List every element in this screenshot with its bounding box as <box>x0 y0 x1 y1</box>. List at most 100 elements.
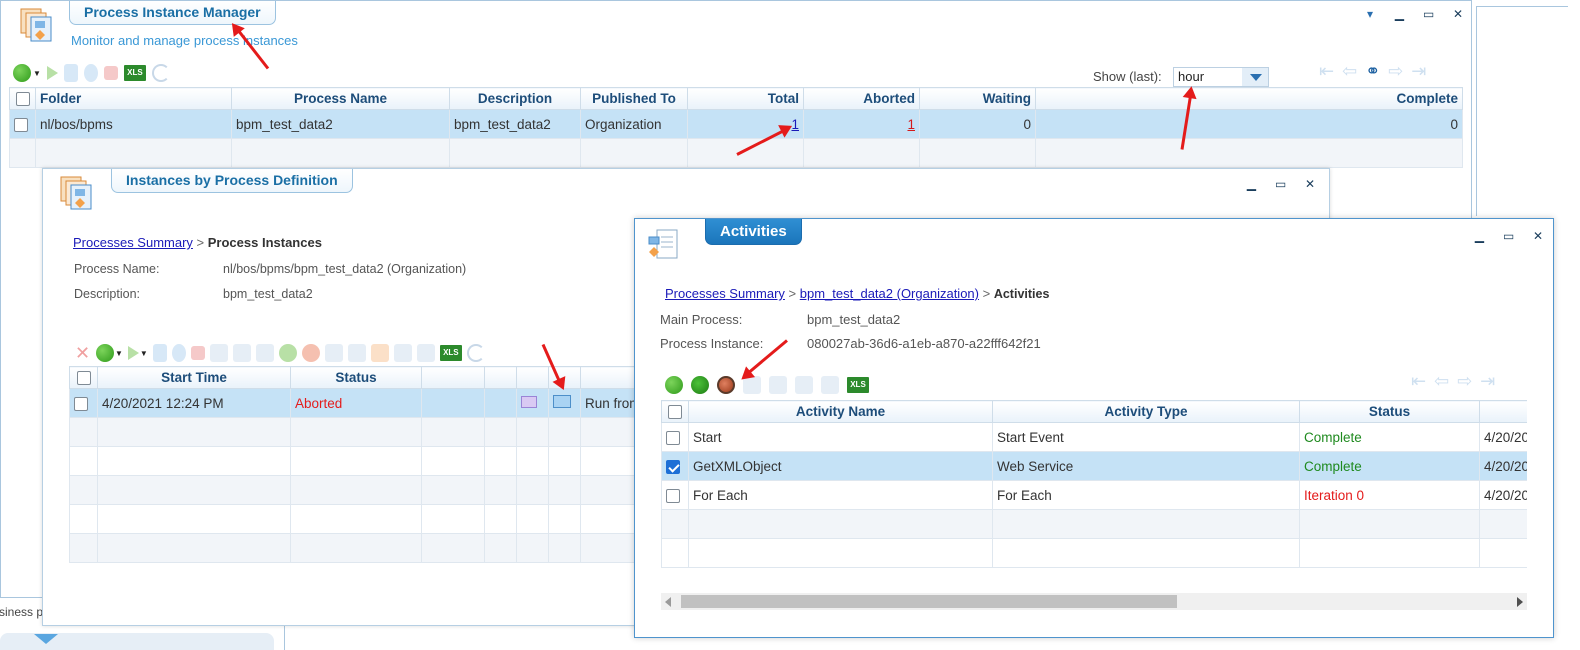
comment-icon[interactable] <box>209 344 228 362</box>
row-checkbox[interactable] <box>69 388 98 418</box>
menu-caret-icon[interactable]: ▾ <box>1357 7 1383 21</box>
row-checkbox[interactable] <box>661 422 689 452</box>
row-checkbox[interactable] <box>661 451 689 481</box>
suspend-icon[interactable] <box>152 344 167 362</box>
page-icon[interactable] <box>255 344 274 362</box>
green-circle-icon[interactable] <box>278 344 297 362</box>
resume-icon[interactable] <box>46 66 58 80</box>
barcode-icon[interactable] <box>347 344 366 362</box>
send-mail-icon[interactable] <box>691 376 709 394</box>
description-value: bpm_test_data2 <box>223 287 313 301</box>
prev-page-icon[interactable]: ⇦ <box>1434 371 1449 392</box>
mail-icon[interactable] <box>370 344 389 362</box>
next-page-icon[interactable]: ⇨ <box>1457 371 1472 392</box>
prev-page-icon[interactable]: ⇦ <box>1342 61 1357 82</box>
row-checkbox[interactable] <box>9 109 36 139</box>
cell-process-name: bpm_test_data2 <box>231 109 450 139</box>
col-complete[interactable]: Complete <box>1035 87 1463 110</box>
chevron-down-icon[interactable]: ▼ <box>115 349 123 358</box>
terminate-icon[interactable] <box>103 66 118 80</box>
list-icon[interactable] <box>416 344 435 362</box>
table-row[interactable]: nl/bos/bpms bpm_test_data2 bpm_test_data… <box>9 109 1463 139</box>
minimize-button[interactable]: ▁ <box>1466 229 1492 243</box>
scrollbar-thumb[interactable] <box>681 595 1177 608</box>
last-page-icon[interactable]: ⇥ <box>1411 61 1426 82</box>
skip-icon[interactable] <box>83 64 98 82</box>
grid-icon[interactable] <box>821 376 839 394</box>
first-page-icon[interactable]: ⇤ <box>1319 61 1334 82</box>
maximize-button[interactable]: ▭ <box>1496 229 1522 243</box>
horizontal-scrollbar[interactable] <box>661 593 1527 610</box>
view-messages-icon[interactable] <box>717 376 735 394</box>
cell-status: Complete <box>1299 422 1480 452</box>
crumb-current: Activities <box>993 287 1050 301</box>
col-waiting[interactable]: Waiting <box>919 87 1036 110</box>
close-button[interactable]: ✕ <box>1445 7 1471 21</box>
crumb-process-instance[interactable]: bpm_test_data2 (Organization) <box>800 286 979 301</box>
restart-icon[interactable] <box>466 344 485 362</box>
next-page-icon[interactable]: ⇨ <box>1388 61 1403 82</box>
col-activity-type[interactable]: Activity Type <box>992 400 1300 423</box>
first-page-icon[interactable]: ⇤ <box>1411 371 1426 392</box>
last-page-icon[interactable]: ⇥ <box>1480 371 1495 392</box>
process-manager-icon <box>20 8 52 42</box>
select-all-checkbox[interactable] <box>9 87 36 110</box>
chevron-down-icon[interactable]: ▼ <box>33 69 41 78</box>
delete-icon[interactable]: ✕ <box>75 344 91 362</box>
chevron-down-icon[interactable] <box>34 634 58 644</box>
close-button[interactable]: ✕ <box>1297 177 1323 191</box>
restart-icon[interactable] <box>151 64 170 82</box>
activities-icon[interactable] <box>553 395 571 408</box>
table-row[interactable]: 4/20/2021 12:24 PM Aborted Run from <box>69 388 669 418</box>
edit-icon[interactable] <box>795 376 813 394</box>
refresh-icon[interactable] <box>13 64 31 82</box>
col-aborted[interactable]: Aborted <box>803 87 920 110</box>
refresh-icon[interactable] <box>96 344 114 362</box>
maximize-button[interactable]: ▭ <box>1268 177 1294 191</box>
crumb-processes-summary[interactable]: Processes Summary <box>73 235 193 250</box>
terminate-icon[interactable] <box>190 346 205 360</box>
col-process-name[interactable]: Process Name <box>231 87 450 110</box>
grid-icon[interactable] <box>324 344 343 362</box>
export-xls-icon[interactable]: XLS <box>847 377 869 393</box>
suspend-icon[interactable] <box>63 64 78 82</box>
mail-cancel-icon[interactable] <box>393 344 412 362</box>
scroll-right-icon[interactable] <box>1517 597 1523 607</box>
col-status[interactable]: Status <box>1299 400 1480 423</box>
chevron-down-icon[interactable]: ▼ <box>140 349 148 358</box>
col-activity-name[interactable]: Activity Name <box>688 400 993 423</box>
table-row[interactable]: For Each For Each Iteration 0 4/20/20 <box>661 480 1527 510</box>
cell-icon-a[interactable] <box>516 388 549 418</box>
export-xls-icon[interactable]: XLS <box>439 345 462 361</box>
skip-icon[interactable] <box>171 344 186 362</box>
col-status[interactable]: Status <box>290 366 422 389</box>
select-all-checkbox[interactable] <box>69 366 98 389</box>
col-description[interactable]: Description <box>449 87 581 110</box>
select-all-checkbox[interactable] <box>661 400 689 423</box>
col-published-to[interactable]: Published To <box>580 87 688 110</box>
scroll-left-icon[interactable] <box>665 597 671 607</box>
aborted-link[interactable]: 1 <box>907 117 915 132</box>
maximize-button[interactable]: ▭ <box>1416 7 1442 21</box>
blank-icon[interactable] <box>769 376 787 394</box>
col-start-time[interactable]: Start Time <box>97 366 291 389</box>
col-folder[interactable]: Folder <box>35 87 232 110</box>
col-total[interactable]: Total <box>687 87 804 110</box>
minimize-button[interactable]: ▁ <box>1386 7 1412 21</box>
show-last-select[interactable]: hour <box>1173 67 1269 87</box>
export-xls-icon[interactable]: XLS <box>123 65 146 81</box>
cell-icon-b[interactable] <box>548 388 581 418</box>
document-icon[interactable] <box>232 344 251 362</box>
minimize-button[interactable]: ▁ <box>1238 177 1264 191</box>
row-checkbox[interactable] <box>661 480 689 510</box>
binoculars-icon[interactable]: ⚭ <box>1365 61 1380 82</box>
table-row[interactable]: Start Start Event Complete 4/20/20 <box>661 422 1527 452</box>
chevron-down-icon[interactable] <box>1242 68 1268 86</box>
crumb-processes-summary[interactable]: Processes Summary <box>665 286 785 301</box>
refresh-icon[interactable] <box>665 376 683 394</box>
table-row[interactable]: GetXMLObject Web Service Complete 4/20/2… <box>661 451 1527 481</box>
red-circle-icon[interactable] <box>301 344 320 362</box>
close-button[interactable]: ✕ <box>1525 229 1551 243</box>
resume-icon[interactable] <box>127 346 139 360</box>
activity-view-icon[interactable] <box>521 395 537 408</box>
